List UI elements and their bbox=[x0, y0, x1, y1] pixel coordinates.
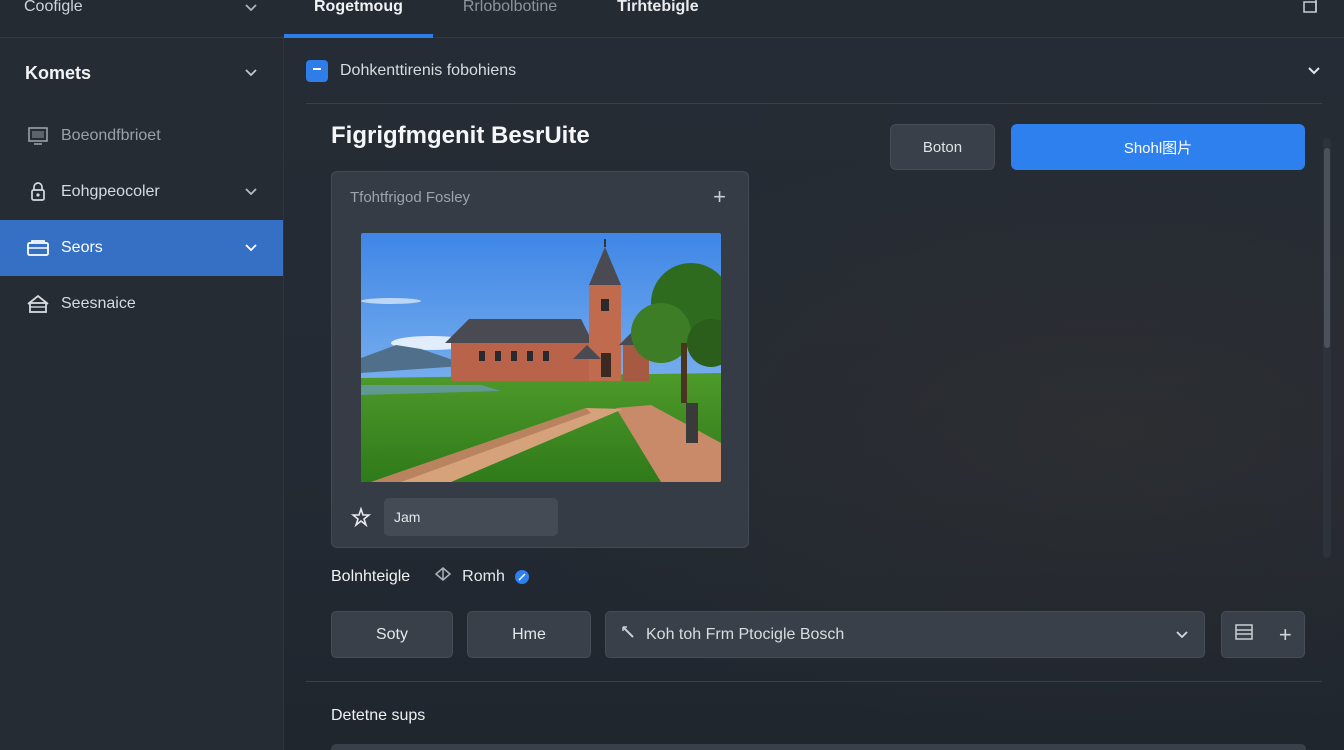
chevron-down-icon[interactable] bbox=[1306, 63, 1322, 79]
divider bbox=[306, 681, 1322, 682]
field-label: Bolnhteigle bbox=[331, 567, 411, 585]
tag-input[interactable]: Jam bbox=[384, 498, 558, 536]
tab-rrlobolbotine[interactable]: Rrlobolbotine bbox=[433, 0, 587, 38]
section-label: Detetne sups bbox=[331, 707, 426, 724]
chevron-down-icon bbox=[243, 184, 259, 200]
icon-button-group: + bbox=[1221, 611, 1305, 658]
chip-button-hme[interactable]: Hme bbox=[467, 611, 591, 658]
tool-icon bbox=[620, 624, 636, 645]
image-card: Tfohtfrigod Fosley + Jam bbox=[331, 171, 749, 548]
sidebar-header-label: Komets bbox=[25, 62, 92, 83]
document-icon bbox=[306, 59, 328, 82]
chevron-down-icon bbox=[243, 65, 259, 81]
field-row: Bolnhteigle Romh bbox=[331, 566, 529, 587]
tab-rogetmoug[interactable]: Rogetmoug bbox=[284, 0, 433, 38]
selected-indicator-icon[interactable] bbox=[514, 569, 529, 584]
breadcrumb[interactable]: Dohkenttirenis fobohiens bbox=[306, 38, 1322, 104]
chevron-down-icon bbox=[243, 240, 259, 256]
breadcrumb-label: Dohkenttirenis fobohiens bbox=[340, 61, 517, 79]
chip-button-soty[interactable]: Soty bbox=[331, 611, 453, 658]
secondary-button[interactable]: Boton bbox=[890, 124, 995, 170]
main-panel: Dohkenttirenis fobohiens Figrigfmgenit B… bbox=[284, 38, 1344, 750]
add-icon[interactable]: + bbox=[713, 184, 726, 210]
select-value: Koh toh Frm Ptocigle Bosch bbox=[646, 625, 845, 643]
sidebar-item-eohgpeocoler[interactable]: Eohgpeocoler bbox=[0, 164, 283, 220]
option-label[interactable]: Romh bbox=[462, 568, 505, 586]
sidebar-header[interactable]: Komets bbox=[0, 38, 283, 108]
diamond-icon bbox=[434, 566, 452, 587]
window-icon[interactable] bbox=[1302, 0, 1320, 18]
chevron-down-icon bbox=[1174, 627, 1190, 643]
list-icon[interactable] bbox=[1234, 623, 1254, 646]
app-title: Coofigle bbox=[24, 0, 83, 15]
sidebar-item-seors[interactable]: Seors bbox=[0, 220, 283, 276]
monitor-icon bbox=[25, 125, 51, 147]
home-icon bbox=[25, 293, 51, 315]
tab-bar: Rogetmoug Rrlobolbotine Tirhtebigle bbox=[284, 0, 729, 38]
sidebar-item-label: Eohgpeocoler bbox=[61, 183, 160, 200]
scrollbar-thumb[interactable] bbox=[1324, 148, 1330, 348]
tab-tirhtebigle[interactable]: Tirhtebigle bbox=[587, 0, 729, 38]
star-icon[interactable] bbox=[350, 506, 372, 532]
card-title: Tfohtfrigod Fosley bbox=[350, 189, 471, 206]
add-icon[interactable]: + bbox=[1279, 622, 1292, 648]
folder-icon bbox=[25, 237, 51, 259]
sidebar-item-seesnaice[interactable]: Seesnaice bbox=[0, 276, 283, 332]
select-dropdown[interactable]: Koh toh Frm Ptocigle Bosch bbox=[605, 611, 1205, 658]
church-photo bbox=[361, 233, 721, 482]
sidebar-item-label: Boeondfbrioet bbox=[61, 127, 161, 144]
page-title: Figrigfmgenit BesrUite bbox=[331, 122, 590, 149]
chevron-down-icon[interactable] bbox=[243, 0, 259, 21]
top-bar: Coofigle Rogetmoug Rrlobolbotine Tirhteb… bbox=[0, 0, 1344, 38]
lock-icon bbox=[25, 181, 51, 203]
sidebar-item-label: Seors bbox=[61, 239, 103, 256]
sidebar-item-label: Seesnaice bbox=[61, 295, 136, 312]
bottom-field[interactable] bbox=[331, 744, 1306, 750]
sidebar-item-boeondfbrioet[interactable]: Boeondfbrioet bbox=[0, 108, 283, 164]
sidebar: Komets Boeondfbrioet Eohgpeocoler Seors bbox=[0, 38, 284, 750]
primary-button[interactable]: Shohl图片 bbox=[1011, 124, 1305, 170]
